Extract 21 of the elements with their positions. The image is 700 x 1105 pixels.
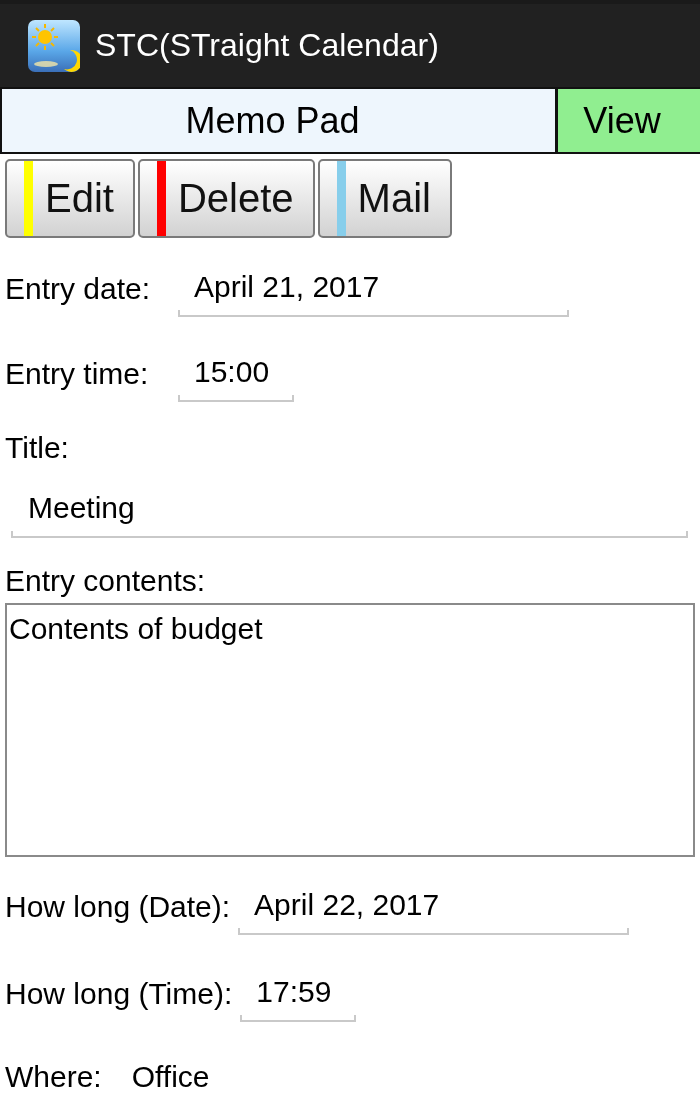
date-field[interactable]: April 22, 2017 <box>238 885 630 935</box>
action-button[interactable]: Edit <box>5 159 135 238</box>
field-label: Entry time: <box>5 356 150 392</box>
field-label: How long (Date): <box>5 889 231 925</box>
field-label: Entry date: <box>5 271 152 307</box>
screen-title: Memo Pad <box>0 87 558 154</box>
app-title: STC(STraight Calendar) <box>95 27 439 64</box>
field-label: How long (Time): <box>5 976 233 1012</box>
field-label: Entry contents: <box>5 563 206 599</box>
title-field[interactable]: Meeting <box>11 488 688 538</box>
view-button[interactable]: View <box>558 87 700 154</box>
time-field[interactable]: 15:00 <box>178 352 294 402</box>
field-label: Where: <box>5 1059 102 1095</box>
sun-moon-app-icon <box>28 19 80 72</box>
field-label: Title: <box>5 430 69 466</box>
action-button[interactable]: Delete <box>137 159 315 238</box>
action-button[interactable]: Mail <box>317 159 452 238</box>
where-field[interactable]: Office <box>123 1059 250 1095</box>
time-field[interactable]: 17:59 <box>240 972 357 1022</box>
contents-text-area[interactable]: Contents of budget <box>5 603 695 857</box>
date-field[interactable]: April 21, 2017 <box>178 267 569 317</box>
